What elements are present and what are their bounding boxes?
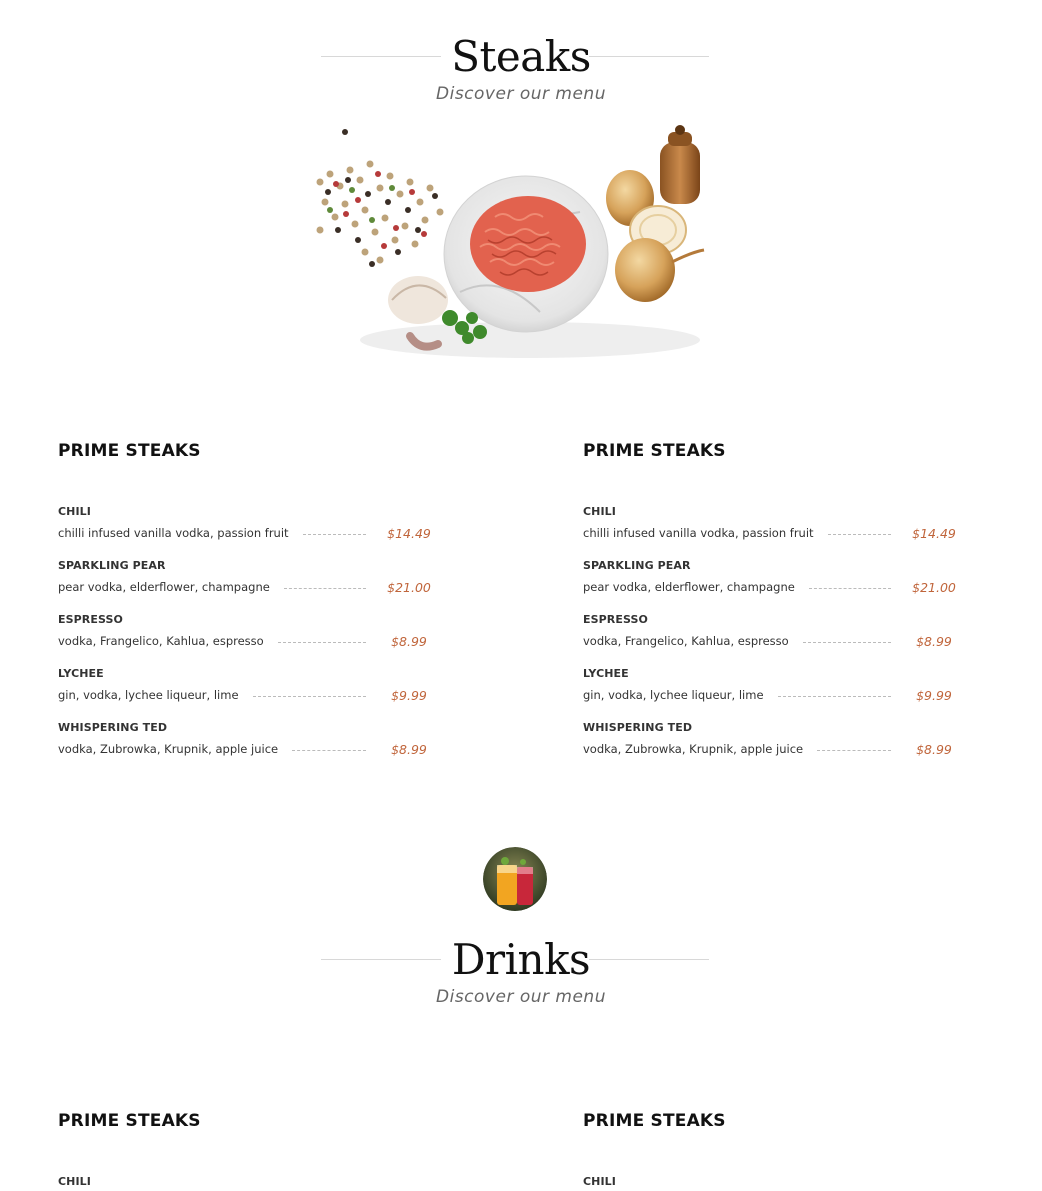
item-name: CHILI [58, 1175, 91, 1188]
dotted-leader [277, 641, 366, 643]
menu-item: ESPRESSO vodka, Frangelico, Kahlua, espr… [58, 611, 438, 665]
item-name: WHISPERING TED [58, 721, 168, 734]
dotted-leader [283, 587, 366, 589]
heading-rule-right [589, 959, 709, 960]
menu-item: CHILI chilli infused vanilla vodka, pass… [58, 503, 438, 557]
menu-item: CHILI [583, 1173, 963, 1191]
item-name: SPARKLING PEAR [58, 559, 166, 572]
dotted-leader [252, 695, 366, 697]
drinks-section-header: Drinks Discover our menu [0, 933, 1042, 1007]
item-name: SPARKLING PEAR [583, 559, 691, 572]
item-description: vodka, Frangelico, Kahlua, espresso [58, 634, 264, 648]
menu-item: SPARKLING PEAR pear vodka, elderflower, … [58, 557, 438, 611]
item-description: chilli infused vanilla vodka, passion fr… [58, 526, 289, 540]
item-name: ESPRESSO [583, 613, 648, 626]
section-subtitle: Discover our menu [436, 84, 606, 104]
item-price: $21.00 [387, 579, 431, 595]
item-description: pear vodka, elderflower, champagne [58, 580, 270, 594]
drinks-column-right: PRIME STEAKS CHILI [583, 1111, 963, 1191]
item-name: WHISPERING TED [583, 721, 693, 734]
category-heading: PRIME STEAKS [583, 1111, 726, 1131]
dotted-leader [802, 641, 891, 643]
menu-column-left: PRIME STEAKS CHILI chilli infused vanill… [58, 441, 438, 773]
menu-item: ESPRESSO vodka, Frangelico, Kahlua, espr… [583, 611, 963, 665]
item-price: $21.00 [912, 579, 956, 595]
menu-item: SPARKLING PEAR pear vodka, elderflower, … [583, 557, 963, 611]
dotted-leader [817, 749, 891, 751]
menu-page: Steaks Discover our menu PRIME STEAKS CH… [0, 0, 1042, 1191]
peppercorns [316, 129, 444, 267]
item-description: vodka, Frangelico, Kahlua, espresso [583, 634, 789, 648]
item-price: $14.49 [387, 525, 431, 541]
item-name: LYCHEE [58, 667, 104, 680]
item-price: $8.99 [916, 633, 952, 649]
drinks-icon [483, 847, 547, 911]
item-price: $8.99 [391, 741, 427, 757]
menu-item: WHISPERING TED vodka, Zubrowka, Krupnik,… [583, 719, 963, 773]
item-name: ESPRESSO [58, 613, 123, 626]
menu-item: WHISPERING TED vodka, Zubrowka, Krupnik,… [58, 719, 438, 773]
dotted-leader [808, 587, 891, 589]
dotted-leader [292, 749, 366, 751]
category-heading: PRIME STEAKS [58, 1111, 201, 1131]
menu-column-right: PRIME STEAKS CHILI chilli infused vanill… [583, 441, 963, 773]
dotted-leader [302, 533, 366, 535]
menu-item: LYCHEE gin, vodka, lychee liqueur, lime $… [58, 665, 438, 719]
ingredients-image [316, 125, 705, 358]
section-title: Steaks [451, 32, 591, 81]
dotted-leader [777, 695, 891, 697]
heading-rule-right [589, 56, 709, 57]
item-description: gin, vodka, lychee liqueur, lime [583, 688, 764, 702]
item-description: vodka, Zubrowka, Krupnik, apple juice [58, 742, 279, 756]
item-price: $8.99 [391, 633, 427, 649]
item-description: vodka, Zubrowka, Krupnik, apple juice [583, 742, 804, 756]
item-name: CHILI [583, 505, 616, 518]
item-description: chilli infused vanilla vodka, passion fr… [583, 526, 814, 540]
item-price: $9.99 [916, 687, 952, 703]
item-description: gin, vodka, lychee liqueur, lime [58, 688, 239, 702]
section-title: Drinks [451, 935, 591, 984]
item-price: $14.49 [912, 525, 956, 541]
menu-item: LYCHEE gin, vodka, lychee liqueur, lime $… [583, 665, 963, 719]
category-heading: PRIME STEAKS [583, 441, 726, 461]
menu-item: CHILI [58, 1173, 438, 1191]
steaks-section-header: Steaks Discover our menu [0, 30, 1042, 104]
item-description: pear vodka, elderflower, champagne [583, 580, 795, 594]
item-price: $9.99 [391, 687, 427, 703]
menu-item: CHILI chilli infused vanilla vodka, pass… [583, 503, 963, 557]
item-price: $8.99 [916, 741, 952, 757]
drinks-column-left: PRIME STEAKS CHILI [58, 1111, 438, 1191]
dotted-leader [827, 533, 891, 535]
item-name: CHILI [583, 1175, 616, 1188]
section-subtitle: Discover our menu [436, 987, 606, 1007]
item-name: CHILI [58, 505, 91, 518]
item-name: LYCHEE [583, 667, 629, 680]
category-heading: PRIME STEAKS [58, 441, 201, 461]
